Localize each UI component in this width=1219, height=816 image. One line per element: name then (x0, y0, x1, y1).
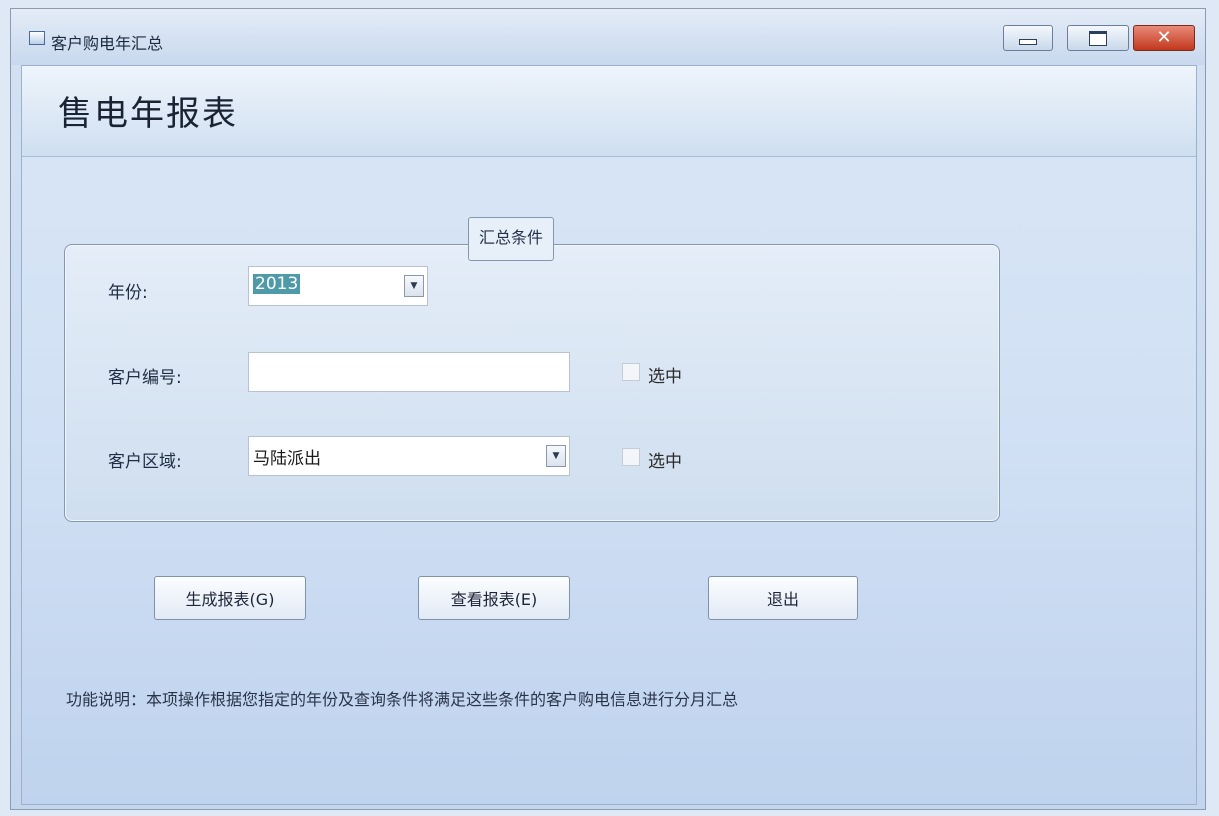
minimize-icon (1019, 39, 1037, 45)
customer-area-value: 马陆派出 (253, 449, 321, 469)
customer-id-input[interactable] (248, 352, 570, 392)
close-button[interactable]: ✕ (1133, 25, 1195, 51)
page-title: 售电年报表 (58, 94, 238, 134)
customer-id-checkbox[interactable] (622, 363, 640, 381)
function-description: 功能说明：本项操作根据您指定的年份及查询条件将满足这些条件的客户购电信息进行分月… (66, 690, 739, 709)
customer-area-label: 客户区域: (108, 452, 182, 472)
chevron-down-icon[interactable]: ▼ (546, 445, 566, 467)
app-icon (29, 31, 45, 45)
conditions-caption: 汇总条件 (468, 217, 555, 261)
title-bar[interactable]: 客户购电年汇总 ✕ (11, 9, 1205, 65)
year-select[interactable]: 2013 ▼ (248, 266, 428, 306)
chevron-down-icon[interactable]: ▼ (404, 275, 424, 297)
window-title: 客户购电年汇总 (51, 34, 164, 53)
maximize-icon (1089, 30, 1107, 46)
customer-area-checkbox[interactable] (622, 448, 640, 466)
generate-report-button[interactable]: 生成报表(G) (154, 576, 306, 620)
client-area: 售电年报表 汇总条件 年份: 2013 ▼ 客户编号: 选中 客户区域: 马陆派… (21, 65, 1197, 805)
customer-area-checkbox-label: 选中 (648, 452, 682, 472)
year-value: 2013 (253, 274, 301, 294)
maximize-button[interactable] (1067, 25, 1129, 51)
view-report-button[interactable]: 查看报表(E) (418, 576, 570, 620)
header-band: 售电年报表 (22, 66, 1196, 157)
exit-button[interactable]: 退出 (708, 576, 858, 620)
customer-id-label: 客户编号: (108, 368, 182, 388)
app-window: 客户购电年汇总 ✕ 售电年报表 汇总条件 年份: 2013 ▼ 客户编号: 选中 (10, 8, 1206, 810)
customer-area-select[interactable]: 马陆派出 ▼ (248, 436, 570, 476)
customer-id-checkbox-label: 选中 (648, 367, 682, 387)
close-icon: ✕ (1156, 27, 1172, 48)
year-label: 年份: (108, 283, 148, 303)
minimize-button[interactable] (1003, 25, 1053, 51)
